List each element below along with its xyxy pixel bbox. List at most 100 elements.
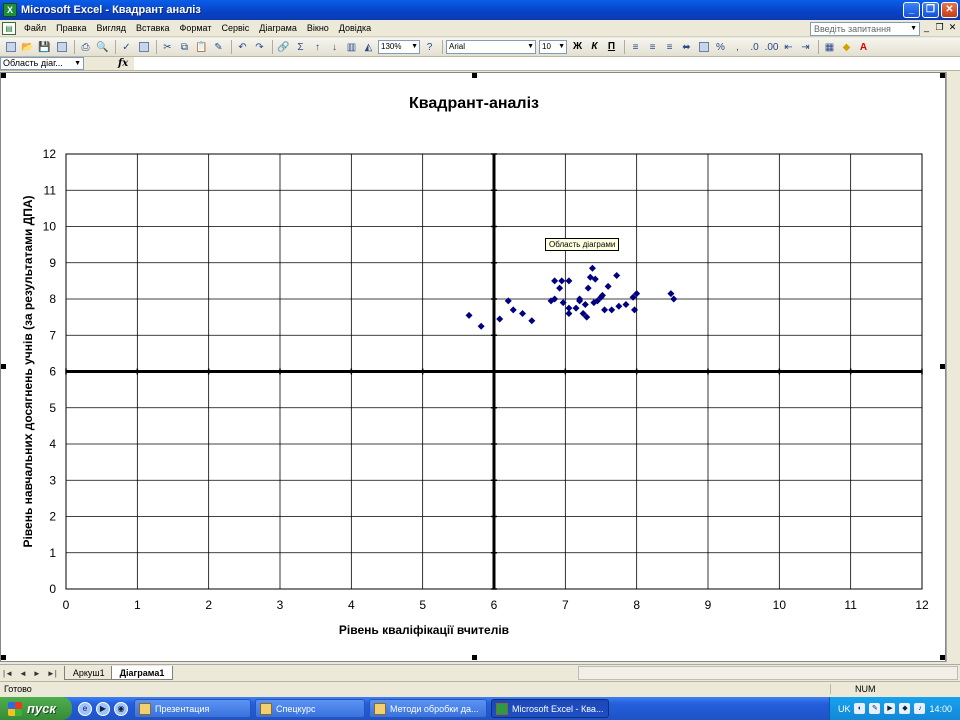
format-painter-icon[interactable]: ✎ bbox=[211, 40, 226, 54]
close-button[interactable]: ✕ bbox=[941, 2, 958, 18]
formula-input[interactable] bbox=[134, 57, 960, 70]
language-indicator[interactable]: UK bbox=[838, 704, 851, 714]
media-icon[interactable]: ▶ bbox=[96, 701, 110, 716]
decrease-decimal-icon[interactable]: .00 bbox=[764, 40, 779, 54]
resize-handle[interactable] bbox=[940, 364, 945, 369]
open-icon[interactable]: 📂 bbox=[20, 40, 35, 54]
resize-handle[interactable] bbox=[472, 73, 477, 78]
new-icon[interactable] bbox=[3, 40, 18, 54]
resize-handle[interactable] bbox=[940, 655, 945, 660]
x-tick-label: 11 bbox=[844, 598, 857, 612]
browser-icon[interactable]: ◉ bbox=[114, 701, 128, 716]
help-icon[interactable]: ? bbox=[422, 40, 437, 54]
save-icon[interactable]: 💾 bbox=[37, 40, 52, 54]
italic-button[interactable]: К bbox=[587, 40, 602, 54]
resize-handle[interactable] bbox=[940, 73, 945, 78]
task-excel[interactable]: Microsoft Excel - Ква... bbox=[491, 699, 609, 718]
align-center-icon[interactable]: ≡ bbox=[645, 40, 660, 54]
tab-sheet1[interactable]: Аркуш1 bbox=[63, 666, 114, 680]
spelling-icon[interactable]: ✓ bbox=[119, 40, 134, 54]
tray-icon[interactable]: ✎ bbox=[869, 703, 881, 714]
tab-nav-last-icon[interactable]: ►| bbox=[44, 669, 60, 678]
tray-icon[interactable]: ▶ bbox=[884, 703, 896, 714]
menu-view[interactable]: Вигляд bbox=[92, 23, 132, 33]
menu-edit[interactable]: Правка bbox=[51, 23, 91, 33]
underline-button[interactable]: П bbox=[604, 40, 619, 54]
font-size-select[interactable]: 10 ▼ bbox=[539, 40, 567, 54]
task-presentation[interactable]: Презентация bbox=[134, 699, 251, 718]
thousands-icon[interactable]: , bbox=[730, 40, 745, 54]
align-right-icon[interactable]: ≡ bbox=[662, 40, 677, 54]
y-axis-label[interactable]: Рівень навчальних досягнень учнів (за ре… bbox=[21, 195, 35, 547]
paste-icon[interactable]: 📋 bbox=[194, 40, 209, 54]
font-color-icon[interactable]: A bbox=[856, 40, 871, 54]
task-speckurs[interactable]: Спецкурс bbox=[255, 699, 365, 718]
chart-wizard-icon[interactable]: ▥ bbox=[344, 40, 359, 54]
redo-icon[interactable]: ↷ bbox=[252, 40, 267, 54]
ie-icon[interactable]: e bbox=[78, 701, 92, 716]
font-select[interactable]: Arial ▼ bbox=[446, 40, 536, 54]
sort-asc-icon[interactable]: ↑ bbox=[310, 40, 325, 54]
currency-icon[interactable] bbox=[696, 40, 711, 54]
menu-tools[interactable]: Сервіс bbox=[216, 23, 254, 33]
help-search-input[interactable]: Введіть запитання ▼ bbox=[810, 22, 920, 36]
align-left-icon[interactable]: ≡ bbox=[628, 40, 643, 54]
maximize-button[interactable]: ❐ bbox=[922, 2, 939, 18]
resize-handle[interactable] bbox=[472, 655, 477, 660]
fill-color-icon[interactable]: ◆ bbox=[839, 40, 854, 54]
chart-area[interactable]: Квадрант-аналіз 0 1 2 3 4 5 6 7 8 9 10 11 12 0 1 2 3 4 5 6 7… bbox=[0, 72, 946, 662]
volume-icon[interactable]: ♪ bbox=[914, 703, 926, 714]
task-methods[interactable]: Методи обробки да... bbox=[369, 699, 487, 718]
tab-chart1[interactable]: Діаграма1 bbox=[110, 666, 174, 680]
x-axis-label[interactable]: Рівень кваліфікації вчителів bbox=[339, 623, 509, 637]
autosum-icon[interactable]: Σ bbox=[293, 40, 308, 54]
hyperlink-icon[interactable]: 🔗 bbox=[276, 40, 291, 54]
zoom-select[interactable]: 130% ▼ bbox=[378, 40, 420, 54]
permission-icon[interactable] bbox=[54, 40, 69, 54]
increase-indent-icon[interactable]: ⇥ bbox=[798, 40, 813, 54]
minimize-button[interactable]: _ bbox=[903, 2, 920, 18]
bold-button[interactable]: Ж bbox=[570, 40, 585, 54]
percent-icon[interactable]: % bbox=[713, 40, 728, 54]
copy-icon[interactable]: ⧉ bbox=[177, 40, 192, 54]
quick-launch: e ▶ ◉ bbox=[78, 701, 128, 716]
undo-icon[interactable]: ↶ bbox=[235, 40, 250, 54]
menu-window[interactable]: Вікно bbox=[302, 23, 334, 33]
increase-decimal-icon[interactable]: .0 bbox=[747, 40, 762, 54]
drawing-icon[interactable]: ◭ bbox=[361, 40, 376, 54]
resize-handle[interactable] bbox=[1, 655, 6, 660]
horizontal-scrollbar[interactable] bbox=[578, 666, 958, 680]
tab-nav-first-icon[interactable]: |◄ bbox=[0, 669, 16, 678]
vertical-scrollbar[interactable] bbox=[946, 72, 960, 662]
sort-desc-icon[interactable]: ↓ bbox=[327, 40, 342, 54]
doc-restore-button[interactable]: ❐ bbox=[934, 22, 945, 34]
research-icon[interactable] bbox=[136, 40, 151, 54]
start-button[interactable]: пуск bbox=[0, 697, 72, 720]
scatter-chart[interactable]: 0 1 2 3 4 5 6 7 8 9 10 11 120123456789101112Рівень к… bbox=[1, 73, 947, 663]
tray-icon[interactable]: ◐ bbox=[854, 703, 866, 714]
menu-help[interactable]: Довідка bbox=[334, 23, 376, 33]
menu-chart[interactable]: Діаграма bbox=[254, 23, 302, 33]
doc-minimize-button[interactable]: _ bbox=[921, 22, 932, 34]
preview-icon[interactable]: 🔍 bbox=[95, 40, 110, 54]
resize-handle[interactable] bbox=[1, 73, 6, 78]
tray-icon[interactable]: ◆ bbox=[899, 703, 911, 714]
decrease-indent-icon[interactable]: ⇤ bbox=[781, 40, 796, 54]
function-icon[interactable]: fx bbox=[118, 58, 128, 69]
menu-format[interactable]: Формат bbox=[175, 23, 217, 33]
tab-nav-next-icon[interactable]: ► bbox=[30, 669, 44, 678]
resize-handle[interactable] bbox=[1, 364, 6, 369]
document-icon[interactable]: ▤ bbox=[2, 21, 16, 35]
print-icon[interactable]: ⎙ bbox=[78, 40, 93, 54]
chevron-down-icon: ▼ bbox=[527, 43, 534, 50]
menu-file[interactable]: Файл bbox=[19, 23, 51, 33]
separator bbox=[818, 40, 819, 54]
menu-insert[interactable]: Вставка bbox=[131, 23, 174, 33]
cut-icon[interactable]: ✂ bbox=[160, 40, 175, 54]
doc-close-button[interactable]: ✕ bbox=[947, 22, 958, 34]
name-box[interactable]: Область діаг... ▼ bbox=[0, 57, 84, 70]
merge-center-icon[interactable]: ⬌ bbox=[679, 40, 694, 54]
x-tick-label: 9 bbox=[705, 598, 712, 612]
borders-icon[interactable]: ▦ bbox=[822, 40, 837, 54]
tab-nav-prev-icon[interactable]: ◄ bbox=[16, 669, 30, 678]
